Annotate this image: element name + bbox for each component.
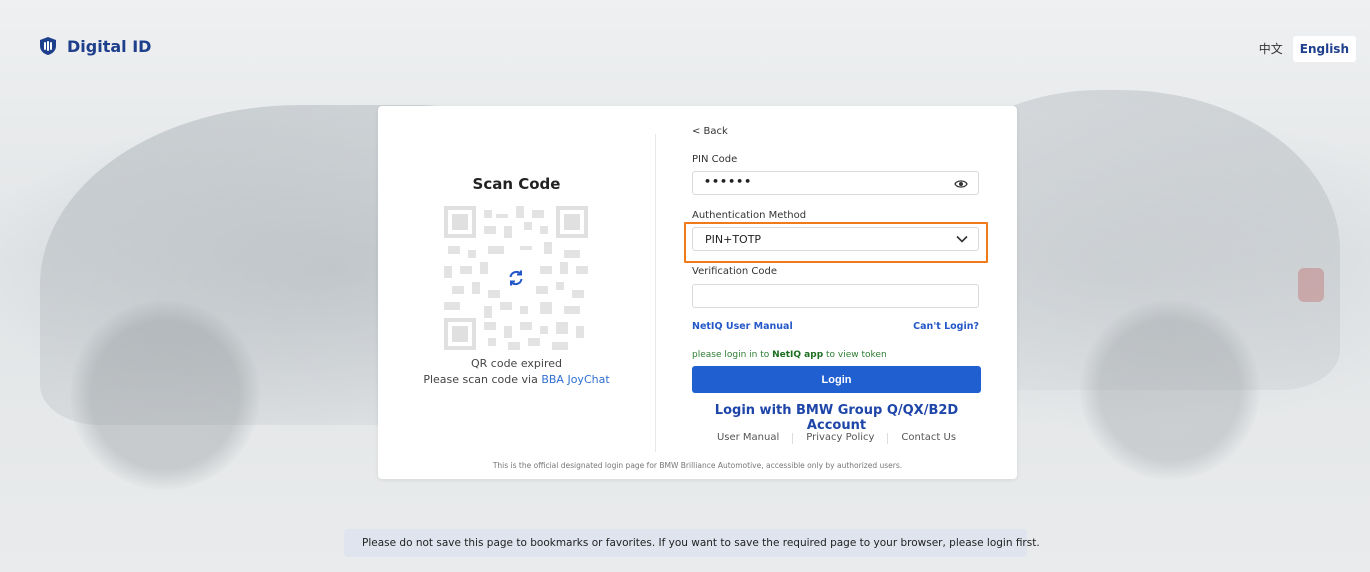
back-link[interactable]: < Back — [692, 126, 728, 137]
qr-scan-prefix: Please scan code via — [423, 373, 542, 386]
panel-divider — [655, 134, 656, 452]
car-wheel-right — [1080, 300, 1260, 480]
car-wheel-left — [70, 300, 260, 490]
language-chinese[interactable]: 中文 — [1255, 34, 1287, 63]
joychat-link[interactable]: BBA JoyChat — [541, 373, 609, 386]
car-taillight — [1298, 268, 1324, 302]
hint-prefix: please login in to — [692, 350, 773, 360]
official-notice: This is the official designated login pa… — [492, 461, 903, 470]
eye-icon[interactable] — [954, 178, 968, 190]
hint-suffix: to view token — [823, 350, 887, 360]
token-hint: please login in to NetIQ app to view tok… — [692, 350, 887, 360]
refresh-icon[interactable] — [504, 266, 528, 290]
back-label: < Back — [692, 126, 728, 137]
privacy-policy-link[interactable]: Privacy Policy — [793, 432, 887, 444]
pin-code-field[interactable]: •••••• — [692, 171, 979, 195]
highlight-box — [684, 222, 988, 263]
verification-code-label: Verification Code — [692, 266, 777, 277]
bookmark-warning-text: Please do not save this page to bookmark… — [362, 537, 1040, 549]
shield-logo-icon — [40, 37, 56, 55]
netiq-manual-link[interactable]: NetIQ User Manual — [692, 321, 793, 332]
auth-method-label: Authentication Method — [692, 210, 807, 221]
hint-app-name: NetIQ app — [772, 350, 824, 360]
qr-expired-text: QR code expired — [471, 357, 562, 370]
qr-scan-instruction: Please scan code via BBA JoyChat — [378, 373, 655, 386]
brand-logo: Digital ID — [38, 36, 151, 56]
language-english[interactable]: English — [1292, 35, 1356, 62]
language-switcher: 中文 English — [1255, 34, 1356, 63]
user-manual-link[interactable]: User Manual — [704, 432, 792, 444]
contact-us-link[interactable]: Contact Us — [888, 432, 969, 444]
pin-code-value: •••••• — [704, 175, 753, 188]
footer-links: User Manual Privacy Policy Contact Us — [692, 432, 981, 444]
pin-code-label: PIN Code — [692, 154, 738, 165]
login-card: Scan Code QR code expired Please scan co… — [378, 106, 1017, 479]
cant-login-link[interactable]: Can't Login? — [913, 321, 979, 332]
scan-code-title: Scan Code — [472, 175, 561, 193]
login-button[interactable]: Login — [692, 366, 981, 393]
bookmark-warning-banner: Please do not save this page to bookmark… — [344, 529, 1040, 557]
brand-name: Digital ID — [67, 36, 152, 56]
help-links: NetIQ User Manual Can't Login? — [692, 321, 979, 332]
verification-code-field[interactable] — [692, 284, 979, 308]
bmw-group-login-link[interactable]: Login with BMW Group Q/QX/B2D Account — [692, 403, 981, 433]
